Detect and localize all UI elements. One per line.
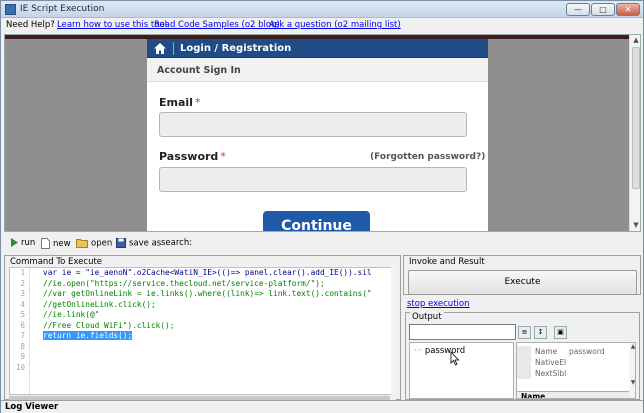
window-title: IE Script Execution bbox=[20, 4, 105, 14]
line-number: 6 bbox=[20, 320, 25, 330]
minimize-button[interactable]: — bbox=[566, 3, 590, 16]
property-toolbar: ≡ ↕ ▣ bbox=[518, 326, 578, 340]
save-as-button[interactable]: save as bbox=[116, 238, 161, 249]
login-header-title: Login / Registration bbox=[180, 43, 292, 54]
header-divider bbox=[173, 42, 174, 55]
property-scrollbar[interactable]: ▲ ▼ bbox=[629, 343, 635, 398]
account-bar: Account Sign In bbox=[147, 58, 488, 82]
help-label: Need Help? bbox=[6, 20, 55, 30]
line-number: 5 bbox=[20, 310, 25, 319]
line-number: 2 bbox=[20, 278, 25, 288]
line-number: 7 bbox=[20, 331, 25, 340]
code-vertical-scrollbar[interactable] bbox=[391, 267, 396, 395]
code-line[interactable]: //ie.link(@" bbox=[43, 310, 393, 321]
browser-page: Login / Registration Account Sign In Ema… bbox=[5, 35, 629, 231]
output-filter-input[interactable] bbox=[409, 324, 516, 340]
code-line[interactable]: //var getOnlineLink = ie.links().where((… bbox=[43, 289, 393, 300]
property-row[interactable]: Name password bbox=[517, 346, 629, 357]
property-row[interactable]: NativeEl bbox=[517, 357, 629, 368]
password-field[interactable] bbox=[159, 167, 467, 192]
learn-link[interactable]: Learn how to use this tool bbox=[57, 20, 167, 30]
code-line[interactable] bbox=[43, 342, 393, 353]
scroll-down-icon[interactable]: ▼ bbox=[632, 221, 640, 229]
app-window: IE Script Execution — □ ✕ Need Help? Lea… bbox=[0, 0, 644, 413]
code-line-selected[interactable]: return ie.fields(); bbox=[43, 331, 393, 342]
code-line[interactable]: //Free Cloud WiFi").click(); bbox=[43, 321, 393, 332]
property-row[interactable]: NextSibl bbox=[517, 368, 629, 379]
help-bar: Need Help? Learn how to use this tool Re… bbox=[1, 18, 643, 33]
code-line[interactable] bbox=[43, 363, 393, 374]
code-line[interactable]: var ie = "ie_aenoN".o2Cache<WatiN_IE>(()… bbox=[43, 268, 393, 279]
execute-button[interactable]: Execute bbox=[408, 270, 637, 295]
required-mark: * bbox=[220, 150, 226, 163]
stop-execution-link[interactable]: stop execution bbox=[407, 299, 469, 309]
property-grid[interactable]: Name password NativeEl NextSibl Name ▲ ▼ bbox=[516, 342, 636, 399]
line-number: 1 bbox=[20, 268, 25, 277]
code-samples-link[interactable]: Read Code Samples (o2 blog) bbox=[154, 20, 280, 30]
scroll-up-icon[interactable]: ▲ bbox=[632, 36, 640, 44]
browser-view[interactable]: Login / Registration Account Sign In Ema… bbox=[4, 34, 641, 232]
account-title: Account Sign In bbox=[157, 65, 241, 76]
line-number: 8 bbox=[20, 341, 25, 351]
line-number: 10 bbox=[15, 362, 25, 372]
new-file-icon bbox=[41, 238, 50, 249]
code-editor[interactable]: 1 2 3 4 5 6 7 8 9 10 var ie = "ie_aenoN"… bbox=[9, 267, 396, 395]
line-number: 9 bbox=[20, 352, 25, 361]
required-mark: * bbox=[194, 96, 201, 109]
output-tree[interactable]: ··· password bbox=[409, 342, 514, 399]
property-description-header: Name bbox=[517, 391, 629, 398]
run-button[interactable]: run bbox=[10, 238, 35, 248]
output-title: Output bbox=[410, 312, 444, 322]
property-pages-icon[interactable]: ▣ bbox=[554, 326, 567, 339]
maximize-button[interactable]: □ bbox=[591, 3, 615, 16]
email-field[interactable] bbox=[159, 112, 467, 137]
command-panel-title: Command To Execute bbox=[10, 257, 103, 267]
script-toolbar: run new open save as search: bbox=[4, 236, 262, 252]
invoke-panel: Invoke and Result Execute bbox=[403, 255, 641, 295]
login-header: Login / Registration bbox=[147, 39, 488, 58]
command-panel: Command To Execute 1 2 3 4 5 6 7 8 9 10 … bbox=[4, 255, 401, 402]
scroll-thumb[interactable] bbox=[632, 47, 640, 189]
code-line[interactable] bbox=[43, 352, 393, 363]
search-label: search: bbox=[161, 238, 193, 248]
browser-scrollbar[interactable]: ▲ ▼ bbox=[629, 35, 640, 231]
sort-alpha-icon[interactable]: ↕ bbox=[534, 326, 547, 339]
log-viewer-label: Log Viewer bbox=[5, 402, 59, 412]
app-icon bbox=[5, 4, 16, 15]
close-button[interactable]: ✕ bbox=[616, 3, 640, 16]
categorized-icon[interactable]: ≡ bbox=[518, 326, 531, 339]
password-label: Password * bbox=[159, 150, 226, 163]
login-card: Login / Registration Account Sign In Ema… bbox=[147, 39, 488, 231]
output-group: Output ··· password ≡ ↕ ▣ Name password … bbox=[405, 312, 640, 400]
folder-icon bbox=[76, 239, 88, 248]
save-icon bbox=[116, 238, 126, 248]
scroll-down-icon[interactable]: ▼ bbox=[629, 379, 635, 386]
line-number-gutter: 1 2 3 4 5 6 7 8 9 10 bbox=[10, 268, 30, 394]
forgot-password-link[interactable]: (Forgotten password?) bbox=[370, 152, 485, 162]
code-lines[interactable]: var ie = "ie_aenoN".o2Cache<WatiN_IE>(()… bbox=[43, 268, 393, 373]
code-line[interactable]: //getOnlineLink.click(); bbox=[43, 300, 393, 311]
code-line[interactable]: //ie.open("https://service.thecloud.net/… bbox=[43, 279, 393, 290]
open-button[interactable]: open bbox=[76, 238, 112, 249]
play-icon bbox=[11, 238, 18, 247]
continue-button[interactable]: Continue bbox=[263, 211, 370, 231]
mailing-list-link[interactable]: Ask a question (o2 mailing list) bbox=[269, 20, 401, 30]
scroll-up-icon[interactable]: ▲ bbox=[629, 343, 635, 350]
invoke-panel-title: Invoke and Result bbox=[409, 257, 485, 267]
mouse-pointer-icon bbox=[450, 351, 460, 366]
email-label: Email * bbox=[159, 96, 201, 109]
title-bar: IE Script Execution — □ ✕ bbox=[1, 1, 643, 18]
new-button[interactable]: new bbox=[41, 238, 71, 249]
line-number: 3 bbox=[20, 289, 25, 298]
home-icon[interactable] bbox=[153, 42, 167, 55]
log-viewer-bar[interactable]: Log Viewer bbox=[1, 400, 643, 413]
line-number: 4 bbox=[20, 299, 25, 309]
